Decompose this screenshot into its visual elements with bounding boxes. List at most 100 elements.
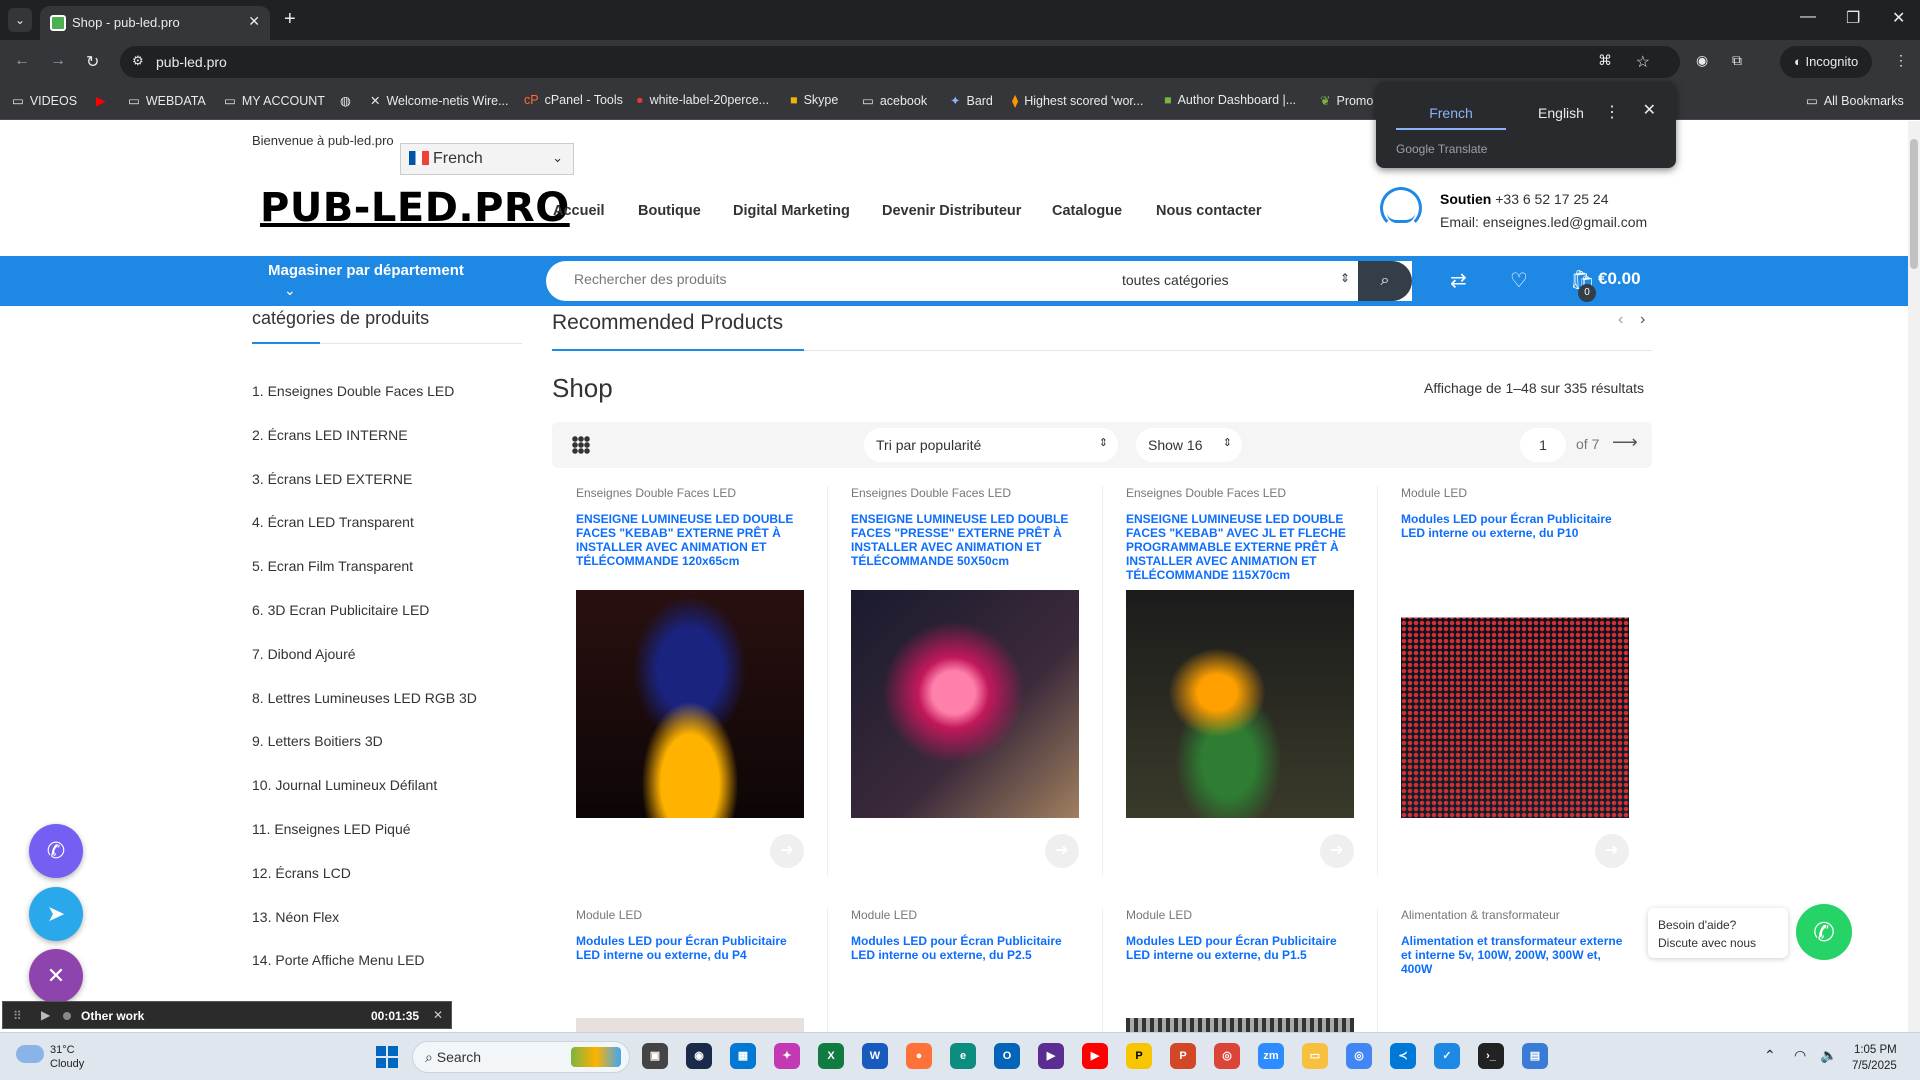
store-icon[interactable]: ▦ [730,1043,756,1069]
taskbar-clock[interactable]: 1:05 PM 7/5/2025 [1852,1042,1897,1074]
show-count-select[interactable]: Show 16 ⇕ [1136,428,1242,462]
product-image[interactable] [1401,590,1629,818]
product-name[interactable]: Modules LED pour Écran Publicitaire LED … [1126,934,1354,962]
remote-desktop-icon[interactable]: ▤ [1522,1043,1548,1069]
category-link[interactable]: 10. Journal Lumineux Défilant [252,777,477,821]
bookmark-link[interactable]: ✕ Welcome-netis Wire... [370,93,509,108]
sort-select[interactable]: Tri par popularité ⇕ [864,428,1118,462]
carousel-next-icon[interactable]: › [1640,311,1645,329]
site-info-icon[interactable]: ⚙ [132,53,144,69]
vscode-icon[interactable]: ≺ [1390,1043,1416,1069]
product-image[interactable] [1126,590,1354,818]
bookmark-folder[interactable]: ▭ acebook [862,93,927,108]
excel-icon[interactable]: X [818,1043,844,1069]
all-bookmarks[interactable]: ▭ All Bookmarks [1806,93,1904,108]
product-name[interactable]: Modules LED pour Écran Publicitaire LED … [576,934,804,962]
product-card[interactable]: Module LED Modules LED pour Écran Public… [851,908,1079,962]
forward-icon[interactable]: → [50,52,66,70]
edge-icon[interactable]: e [950,1043,976,1069]
nav-nous-contacter[interactable]: Nous contacter [1156,203,1262,219]
product-category[interactable]: Alimentation & transformateur [1401,908,1629,922]
wishlist-heart-icon[interactable]: ♡ [1510,268,1528,293]
department-menu[interactable]: Magasiner par département [268,262,464,279]
language-selector[interactable]: French ⌄ [400,143,574,175]
page-number-input[interactable]: 1 [1520,428,1566,462]
youtube-icon[interactable]: ▶ [1082,1043,1108,1069]
category-select[interactable]: toutes catégories [1122,272,1229,288]
bookmark-link[interactable]: ✦ Bard [950,93,993,108]
restore-icon[interactable]: ❐ [1846,8,1860,28]
chevron-up-icon[interactable]: ⌃ [1764,1047,1776,1064]
plex-icon[interactable]: P [1126,1043,1152,1069]
file-explorer-icon[interactable]: ▭ [1302,1043,1328,1069]
product-category[interactable]: Enseignes Double Faces LED [851,486,1079,500]
product-card[interactable]: Alimentation & transformateur Alimentati… [1401,908,1629,976]
chrome-active-icon[interactable]: ◎ [1346,1043,1372,1069]
next-page-icon[interactable]: ⟶ [1612,432,1638,453]
camera-icon[interactable]: ◉ [1696,52,1708,69]
arrow-right-icon[interactable]: ➜ [770,834,804,868]
powerpoint-icon[interactable]: P [1170,1043,1196,1069]
tab-search-button[interactable]: ⌄ [8,8,32,32]
category-link[interactable]: 11. Enseignes LED Piqué [252,821,477,865]
product-image[interactable] [1126,1018,1354,1032]
back-icon[interactable]: ← [14,52,30,70]
nav-boutique[interactable]: Boutique [638,203,701,219]
arrow-right-icon[interactable]: ➜ [1320,834,1354,868]
category-link[interactable]: 14. Porte Affiche Menu LED [252,952,477,996]
firefox-icon[interactable]: ● [906,1043,932,1069]
chrome-icon[interactable]: ◎ [1214,1043,1240,1069]
nav-devenir-distributeur[interactable]: Devenir Distributeur [882,203,1021,219]
visual-studio-icon[interactable]: ▶ [1038,1043,1064,1069]
close-social-icon[interactable]: ✕ [29,949,83,1003]
category-link[interactable]: 2. Écrans LED INTERNE [252,427,477,471]
checkmark-app-icon[interactable]: ✓ [1434,1043,1460,1069]
category-link[interactable]: 1. Enseignes Double Faces LED [252,383,477,427]
omnibox[interactable]: ⚙ pub-led.pro ⌘ ☆ [120,46,1680,78]
product-category[interactable]: Module LED [576,908,804,922]
product-category[interactable]: Module LED [1126,908,1354,922]
product-card[interactable]: Module LED Modules LED pour Écran Public… [1401,486,1629,868]
category-link[interactable]: 13. Néon Flex [252,909,477,953]
product-category[interactable]: Module LED [1401,486,1629,500]
taskbar-search[interactable]: ⌕ Search [412,1041,630,1073]
search-button[interactable]: ⌕ [1358,261,1412,301]
outlook-icon[interactable]: O [994,1043,1020,1069]
play-icon[interactable]: ▶ [41,1008,50,1022]
reload-icon[interactable]: ↻ [86,52,99,72]
product-image[interactable] [576,590,804,818]
browser-tab[interactable]: Shop - pub-led.pro ✕ [40,6,270,40]
bookmark-link[interactable]: ■ Skype [790,93,838,107]
bookmark-folder[interactable]: ▭ WEBDATA [128,93,206,108]
terminal-icon[interactable]: ›_ [1478,1043,1504,1069]
translate-options-icon[interactable]: ⋮ [1604,102,1620,122]
bookmark-link[interactable]: ■ Author Dashboard |... [1164,93,1296,107]
url-text[interactable]: pub-led.pro [156,54,227,70]
extensions-icon[interactable]: ⧉ [1732,52,1742,69]
new-tab-button[interactable]: + [284,8,296,31]
bookmark-link[interactable]: ● white-label-20perce... [636,93,769,107]
product-card[interactable]: Module LED Modules LED pour Écran Public… [1126,908,1354,962]
cloud-icon[interactable] [16,1045,44,1063]
bookmark-folder[interactable]: ▭ VIDEOS [12,93,77,108]
product-name[interactable]: ENSEIGNE LUMINEUSE LED DOUBLE FACES "KEB… [576,512,804,568]
product-name[interactable]: Modules LED pour Écran Publicitaire LED … [1401,512,1629,540]
product-category[interactable]: Enseignes Double Faces LED [576,486,804,500]
product-name[interactable]: Modules LED pour Écran Publicitaire LED … [851,934,1079,962]
chat-help-bubble[interactable]: Besoin d'aide? Discute avec nous [1648,908,1788,958]
category-link[interactable]: 4. Écran LED Transparent [252,514,477,558]
drag-handle-icon[interactable]: ⠿ [13,1009,22,1023]
chevron-down-icon[interactable]: ⌄ [284,282,296,299]
category-link[interactable]: 3. Écrans LED EXTERNE [252,471,477,515]
volume-icon[interactable]: 🔈 [1820,1047,1837,1064]
copilot-icon[interactable]: ✦ [774,1043,800,1069]
category-link[interactable]: 5. Ecran Film Transparent [252,558,477,602]
incognito-indicator[interactable]: ◐ Incognito [1780,46,1873,78]
minimize-icon[interactable]: — [1800,8,1816,26]
globe-bookmark-icon[interactable]: ◍ [340,93,351,108]
grid-view-icon[interactable] [572,436,590,454]
product-name[interactable]: ENSEIGNE LUMINEUSE LED DOUBLE FACES "PRE… [851,512,1079,568]
category-link[interactable]: 7. Dibond Ajouré [252,646,477,690]
close-window-icon[interactable]: ✕ [1892,8,1905,28]
teams-meet-icon[interactable]: ◉ [686,1043,712,1069]
